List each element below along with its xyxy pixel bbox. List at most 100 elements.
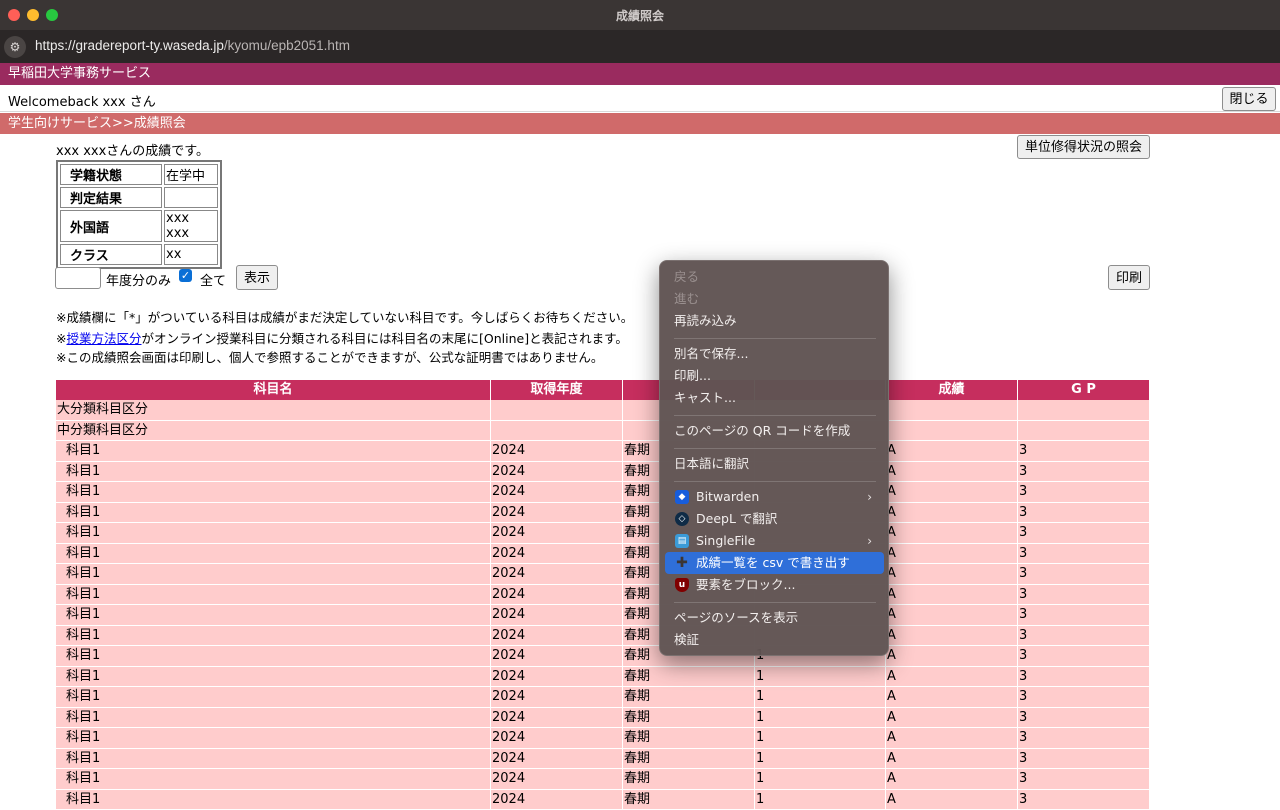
grades-intro-text: xxx xxxさんの成績です。 [56,140,209,159]
status-key: 学籍状態 [60,164,162,185]
menu-forward[interactable]: 進む [665,288,884,310]
grade-table: 科目名 取得年度 成績 G P 大分類科目区分 中分類科目区分 科目12024春… [56,380,1150,810]
row-year: 2024 [491,646,623,667]
menu-save-as[interactable]: 別名で保存... [665,343,884,365]
row-subject: 科目1 [56,523,491,544]
all-label: 全て [200,270,226,289]
row-subject: 科目1 [56,667,491,688]
menu-translate[interactable]: 日本語に翻訳 [665,453,884,475]
menu-back[interactable]: 戻る [665,266,884,288]
menu-block-element[interactable]: u 要素をブロック... [665,574,884,596]
row-year: 2024 [491,441,623,462]
menu-qr-code[interactable]: このページの QR コードを作成 [665,420,884,442]
row-gp: 3 [1018,646,1150,667]
row-gp: 3 [1018,687,1150,708]
row-subject: 科目1 [56,585,491,606]
row-gp: 3 [1018,503,1150,524]
note-online-classes: ※授業方法区分がオンライン授業科目に分類される科目には科目名の末尾に[Onlin… [56,328,628,347]
close-button[interactable]: 閉じる [1222,87,1276,111]
url-host: https://gradereport-ty.waseda.jp [35,38,224,53]
all-checkbox[interactable]: ✓ [179,269,192,282]
print-button[interactable]: 印刷 [1108,265,1150,290]
window-titlebar: 成績照会 [0,0,1280,30]
row-subject: 科目1 [56,441,491,462]
menu-view-source[interactable]: ページのソースを表示 [665,607,884,629]
window-title: 成績照会 [0,7,1280,24]
menu-separator [674,602,876,603]
row-year: 2024 [491,749,623,770]
service-title-bar: 早稲田大学事務サービス [0,63,1280,85]
menu-reload-label: 再読み込み [674,310,737,332]
grade-table-header: 科目名 取得年度 成績 G P [56,380,1150,400]
row-year: 2024 [491,708,623,729]
row-grade: A [886,523,1018,544]
class-method-link[interactable]: 授業方法区分 [66,331,141,346]
row-credit: 1 [755,728,886,749]
address-bar[interactable]: ⚙ https://gradereport-ty.waseda.jp/kyomu… [0,30,1280,63]
row-grade: A [886,646,1018,667]
menu-bitwarden[interactable]: ◆ Bitwarden › [665,486,884,508]
row-subject: 科目1 [56,482,491,503]
table-row: 科目12024春期1A3 [56,708,1150,729]
show-button[interactable]: 表示 [236,265,278,290]
row-subject: 科目1 [56,749,491,770]
table-row: 科目12024春期A3 [56,585,1150,606]
welcome-row: Welcomeback xxx さん [0,86,1280,112]
note-not-official: ※この成績照会画面は印刷し、個人で参照することができますが、公式な証明書ではあり… [56,347,603,366]
menu-print[interactable]: 印刷... [665,365,884,387]
table-row: 科目12024春期A3 [56,564,1150,585]
empty-cell [886,421,1018,442]
row-term: 春期 [623,749,755,770]
year-only-label: 年度分のみ [106,270,171,289]
menu-separator [674,481,876,482]
menu-inspect[interactable]: 検証 [665,629,884,651]
row-grade: A [886,667,1018,688]
row-year: 2024 [491,728,623,749]
row-subject: 科目1 [56,626,491,647]
menu-cast[interactable]: キャスト... [665,387,884,409]
menu-csv-export[interactable]: ✚ 成績一覧を csv で書き出す [665,552,884,574]
credit-status-button[interactable]: 単位修得状況の照会 [1017,135,1150,159]
status-key: 外国語 [60,210,162,242]
header-gp: G P [1018,380,1150,400]
site-info-icon[interactable]: ⚙ [4,36,26,58]
submenu-arrow-icon: › [867,486,872,508]
row-year: 2024 [491,523,623,544]
row-grade: A [886,482,1018,503]
menu-singlefile[interactable]: ▤ SingleFile › [665,530,884,552]
row-term: 春期 [623,708,755,729]
menu-qr-label: このページの QR コードを作成 [674,420,850,442]
menu-deepl[interactable]: ◇ DeepL で翻訳 [665,508,884,530]
row-gp: 3 [1018,728,1150,749]
row-grade: A [886,441,1018,462]
row-gp: 3 [1018,462,1150,483]
table-row: 科目12024春期A3 [56,503,1150,524]
row-year: 2024 [491,769,623,790]
note-text: がオンライン授業科目に分類される科目には科目名の末尾に[Online]と表記され… [142,331,628,346]
menu-translate-label: 日本語に翻訳 [674,453,749,475]
menu-reload[interactable]: 再読み込み [665,310,884,332]
table-row: 科目12024春期1A3 [56,749,1150,770]
row-term: 春期 [623,687,755,708]
ublock-icon: u [675,578,689,592]
category-row: 中分類科目区分 [56,421,1150,442]
row-grade: A [886,544,1018,565]
menu-inspect-label: 検証 [674,629,699,651]
menu-view-source-label: ページのソースを表示 [674,607,798,629]
row-subject: 科目1 [56,769,491,790]
deepl-icon: ◇ [675,512,689,526]
year-input[interactable] [55,267,101,289]
menu-csv-export-label: 成績一覧を csv で書き出す [696,552,850,574]
menu-print-label: 印刷... [674,365,711,387]
row-grade: A [886,585,1018,606]
status-row: 外国語 xxx xxx [60,210,218,242]
status-value [164,187,218,208]
row-term: 春期 [623,728,755,749]
row-gp: 3 [1018,749,1150,770]
welcome-text: Welcomeback xxx さん [8,91,156,110]
row-credit: 1 [755,667,886,688]
status-value: xx [164,244,218,265]
row-year: 2024 [491,626,623,647]
url-text[interactable]: https://gradereport-ty.waseda.jp/kyomu/e… [35,38,350,53]
row-subject: 科目1 [56,708,491,729]
